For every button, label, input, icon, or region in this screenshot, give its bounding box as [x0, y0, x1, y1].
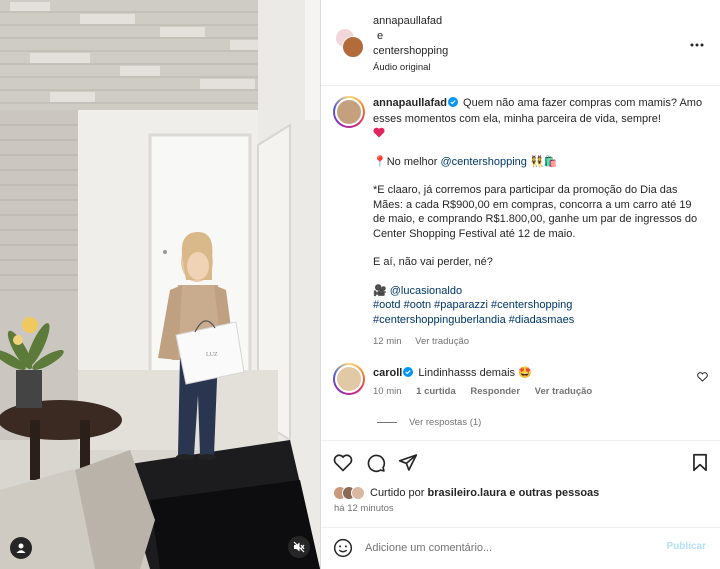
comments-scroll[interactable]: annapaullafad Quem não ama fazer compras… [321, 86, 720, 440]
avatar [342, 36, 364, 58]
comment: caroll Lindinhasss demais 🤩 10 min 1 cur… [333, 363, 710, 413]
liked-by-prefix: Curtido por [370, 487, 425, 499]
emoji-icon[interactable] [333, 538, 353, 561]
view-replies[interactable]: Ver respostas (1) [377, 417, 481, 428]
publish-button[interactable]: Publicar [667, 541, 706, 552]
mute-icon[interactable] [288, 536, 310, 558]
header-username-2[interactable]: centershopping [373, 44, 448, 59]
comments-panel: annapaullafad e centershopping Áudio ori… [320, 0, 720, 569]
comment-emoji: 🤩 [518, 367, 532, 379]
heart-icon[interactable] [333, 453, 353, 475]
promo-text: *E claaro, já corremos para participar d… [373, 184, 698, 240]
post-header: annapaullafad e centershopping Áudio ori… [321, 0, 720, 86]
liked-by-suffix[interactable]: e outras pessoas [509, 487, 599, 499]
svg-text:LUZ: LUZ [206, 352, 218, 358]
caption-avatar[interactable] [333, 96, 365, 128]
verified-icon [447, 97, 458, 112]
action-bar [321, 440, 720, 484]
comment-text: Lindinhasss demais [418, 367, 516, 379]
replies-divider [377, 422, 397, 423]
more-icon[interactable] [690, 38, 704, 50]
hashtags-line-1[interactable]: #ootd #ootn #paparazzi #centershopping [373, 298, 703, 313]
hashtags-line-2[interactable]: #centershoppinguberlandia #diadasmaes [373, 313, 703, 328]
post-photo: LUZ [0, 0, 320, 569]
comment-icon[interactable] [366, 453, 386, 476]
comment-avatar[interactable] [333, 363, 365, 395]
avatar[interactable] [351, 486, 365, 500]
liked-by-user[interactable]: brasileiro.laura [427, 487, 506, 499]
verified-icon [403, 367, 414, 381]
question-text: E aí, não vai perder, né? [373, 256, 493, 268]
caption-time: 12 min [373, 336, 402, 347]
comment-translate[interactable]: Ver tradução [535, 386, 593, 397]
collab-avatars[interactable] [335, 28, 364, 58]
header-username-1[interactable]: annapaullafad [373, 14, 448, 29]
audio-link[interactable]: Áudio original [373, 60, 448, 75]
save-icon[interactable] [692, 453, 708, 475]
camera-emoji: 🎥 [373, 284, 387, 297]
location-prefix: No melhor [386, 155, 438, 168]
user-tag-icon[interactable] [10, 537, 32, 559]
mention-centershopping[interactable]: @centershopping [441, 156, 527, 168]
heart-emoji [373, 126, 703, 141]
share-icon[interactable] [398, 453, 418, 475]
caption-username[interactable]: annapaullafad [373, 97, 447, 109]
view-replies-label[interactable]: Ver respostas (1) [409, 417, 481, 428]
comment-composer: Publicar [321, 527, 720, 569]
mention-credit[interactable]: @lucasionaldo [390, 285, 462, 297]
comment-username[interactable]: caroll [373, 367, 402, 379]
comment-likes[interactable]: 1 curtida [416, 386, 456, 397]
liked-by: Curtido por brasileiro.laura e outras pe… [333, 483, 599, 503]
comment-time: 10 min [373, 386, 402, 397]
reply-button[interactable]: Responder [470, 386, 520, 397]
location-emojis: 👯🛍️ [529, 155, 558, 168]
location-pin-emoji: 📍 [373, 155, 387, 168]
comment-heart-icon[interactable] [697, 372, 708, 385]
post-time: há 12 minutos [334, 503, 394, 514]
header-connector: e [377, 30, 384, 42]
caption-translate[interactable]: Ver tradução [415, 336, 469, 347]
post-media[interactable]: LUZ [0, 0, 320, 569]
comment-input[interactable] [365, 538, 645, 558]
